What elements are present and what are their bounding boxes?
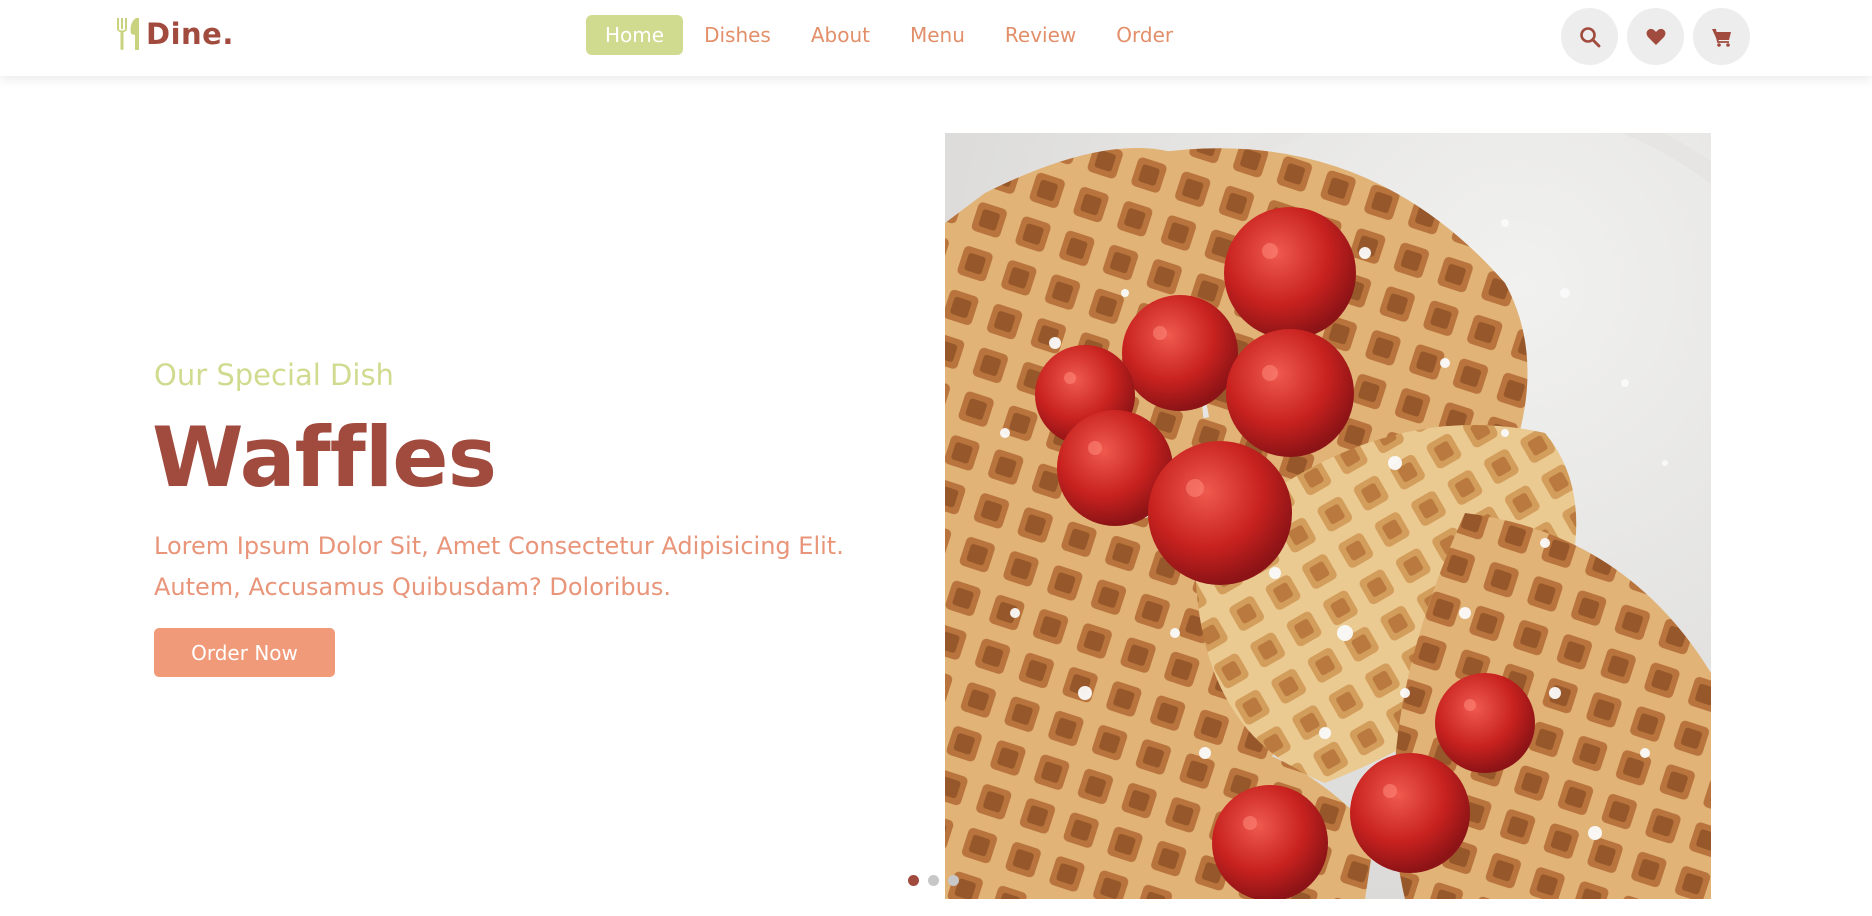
slide-dot-2[interactable]: [928, 875, 939, 886]
order-now-button[interactable]: Order Now: [154, 628, 335, 677]
main-nav: Home Dishes About Menu Review Order: [586, 15, 1194, 55]
site-header: Dine. Home Dishes About Menu Review Orde…: [0, 0, 1872, 76]
nav-about[interactable]: About: [792, 15, 889, 55]
logo-text: Dine.: [146, 17, 234, 51]
search-icon: [1579, 26, 1600, 47]
nav-home[interactable]: Home: [586, 15, 684, 55]
cart-icon: [1711, 28, 1731, 47]
nav-dishes[interactable]: Dishes: [685, 15, 790, 55]
hero-subtitle: Our Special Dish: [154, 358, 394, 392]
slider-dots: [908, 875, 968, 886]
cart-button[interactable]: [1693, 8, 1750, 65]
nav-review[interactable]: Review: [986, 15, 1095, 55]
nav-menu[interactable]: Menu: [891, 15, 984, 55]
waffles-with-raspberries-image: [945, 133, 1711, 899]
slide-dot-3[interactable]: [948, 875, 959, 886]
heart-icon: [1646, 28, 1665, 45]
slide-dot-1[interactable]: [908, 875, 919, 886]
hero-image: [945, 133, 1711, 899]
search-button[interactable]: [1561, 8, 1618, 65]
logo[interactable]: Dine.: [114, 16, 234, 52]
hero-description: Lorem Ipsum Dolor Sit, Amet Consectetur …: [154, 532, 844, 601]
utensils-icon: [117, 18, 139, 50]
nav-order[interactable]: Order: [1097, 15, 1192, 55]
favorites-button[interactable]: [1627, 8, 1684, 65]
hero-title: Waffles: [152, 409, 497, 506]
